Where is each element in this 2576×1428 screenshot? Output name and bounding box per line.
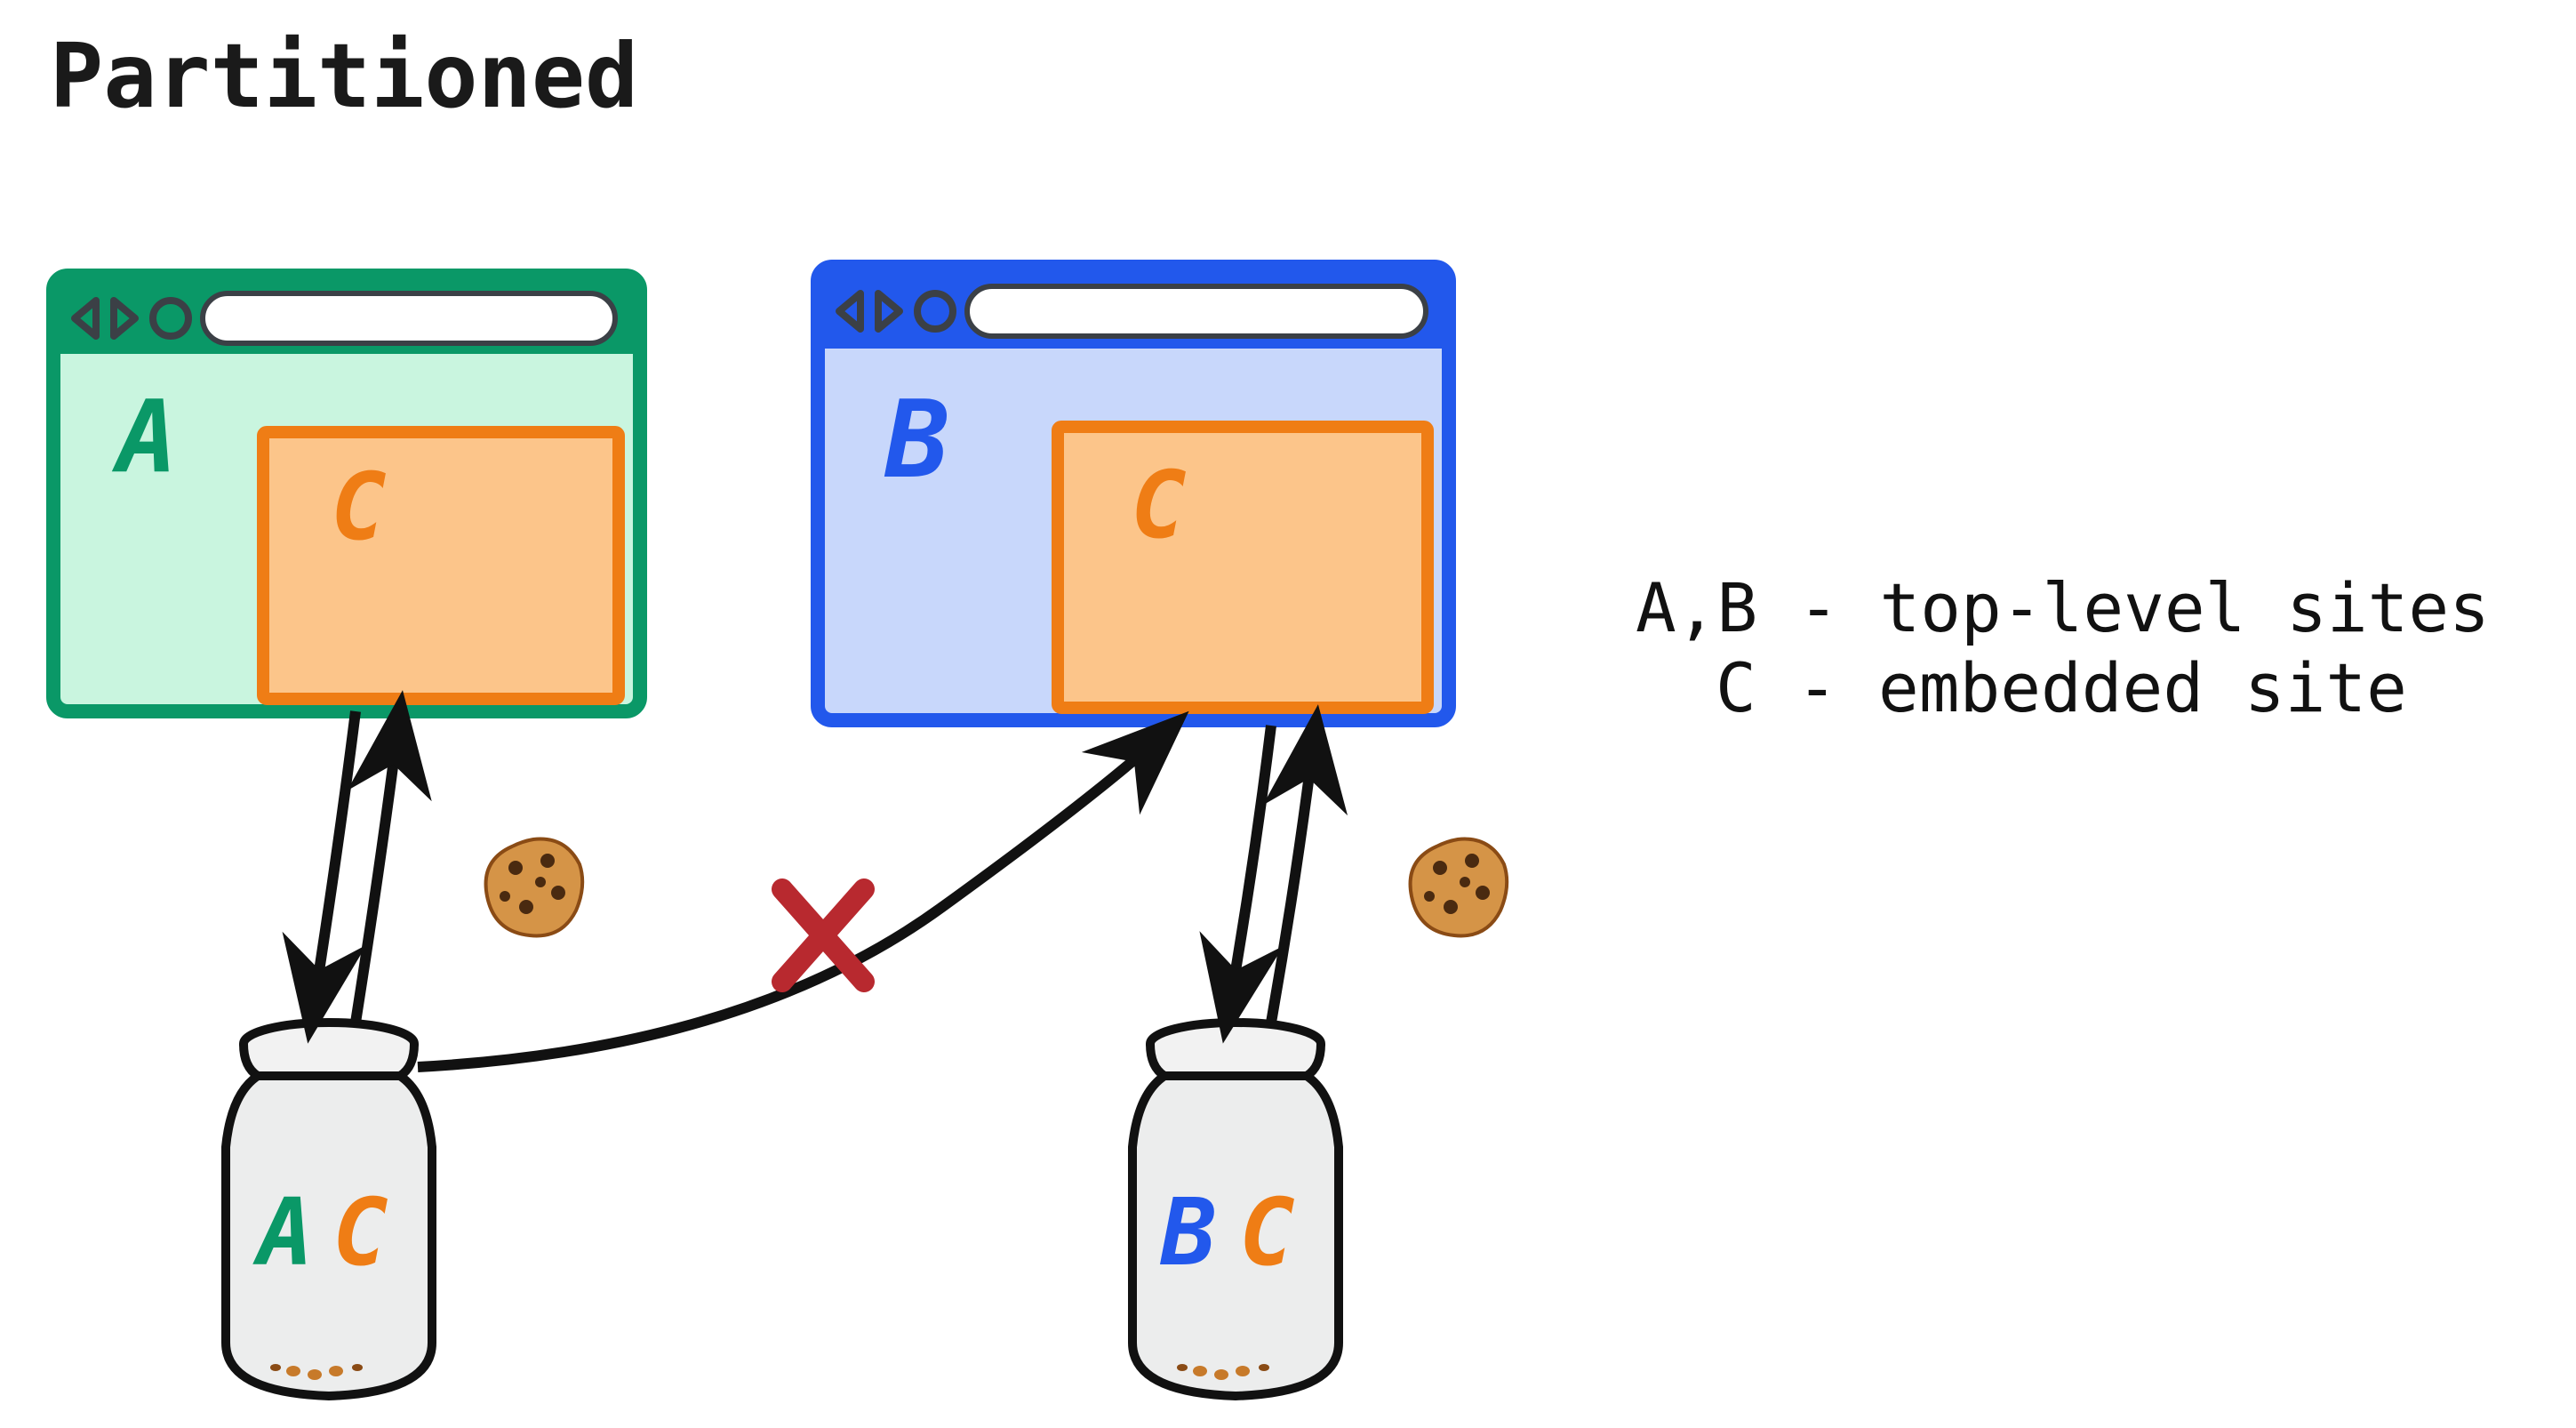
cookie-jar-bc: B C [1132, 1023, 1339, 1396]
browser-a-label: A [111, 380, 177, 495]
browser-b-label: B [884, 379, 949, 502]
arrow-a-to-jar [311, 711, 356, 1023]
jar-bc-label-b: B [1159, 1178, 1217, 1287]
jar-ac-label-a: A [252, 1178, 314, 1287]
cookie-icon [1411, 839, 1508, 936]
jar-ac-label-c: C [332, 1178, 388, 1287]
browser-window-a: A C [53, 276, 640, 711]
embedded-site-c-in-b: C [1058, 427, 1428, 708]
diagram-title: Partitioned [50, 24, 638, 128]
cookie-icon [486, 839, 583, 936]
blocked-x-icon [782, 889, 864, 982]
arrow-jar-to-b [1271, 726, 1316, 1023]
jar-bc-label-c: C [1239, 1178, 1295, 1287]
address-bar [203, 293, 615, 343]
embedded-c-label-b: C [1131, 451, 1187, 559]
arrow-b-to-jar [1227, 726, 1271, 1023]
legend-line-2: C - embedded site [1716, 648, 2407, 727]
address-bar [967, 286, 1426, 336]
embedded-c-label-a: C [331, 453, 387, 561]
legend-line-1: A,B - top-level sites [1636, 568, 2490, 647]
arrow-jar-to-a [356, 711, 400, 1023]
cookie-jar-ac: A C [226, 1023, 432, 1396]
embedded-site-c-in-a: C [263, 432, 619, 699]
browser-window-b: B C [818, 267, 1449, 720]
